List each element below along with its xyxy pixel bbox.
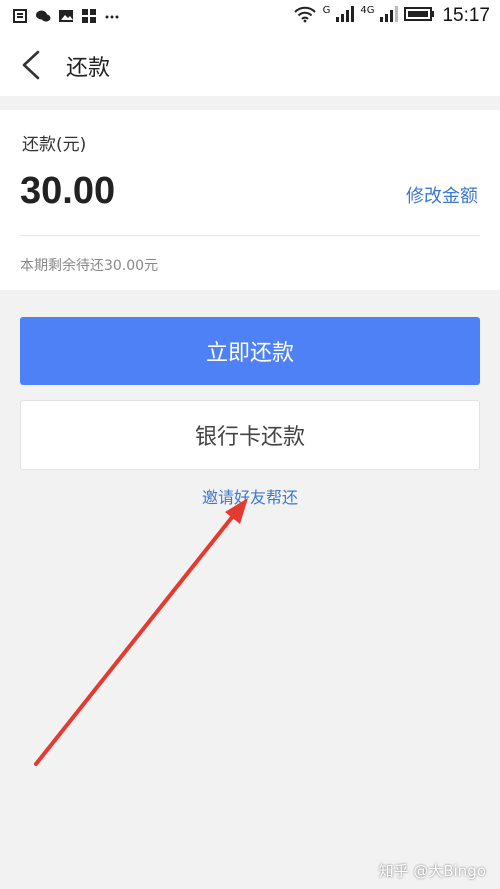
network-type-2: 4G — [360, 4, 375, 16]
app-icon — [81, 8, 97, 24]
remaining-amount-text: 本期剩余待还30.00元 — [20, 258, 159, 274]
invite-friend-link[interactable]: 邀请好友帮还 — [0, 484, 500, 508]
signal-icon — [336, 6, 355, 26]
more-dots-icon — [104, 8, 120, 24]
status-bar: G 4G 15:17 — [0, 0, 500, 34]
bank-card-repay-button[interactable]: 银行卡还款 — [20, 400, 480, 470]
image-icon — [58, 8, 74, 24]
wifi-icon — [293, 5, 317, 27]
watermark: 知乎 @大Bingo — [378, 862, 486, 880]
amount-value: 30.00 — [20, 170, 116, 212]
back-arrow-icon — [22, 50, 40, 80]
system-status: G 4G 15:17 — [293, 5, 490, 27]
network-type-1: G — [322, 4, 331, 16]
modify-amount-link[interactable]: 修改金额 — [406, 182, 478, 208]
status-time: 15:17 — [442, 5, 490, 26]
nav-bar: 还款 — [0, 34, 500, 96]
repay-now-button[interactable]: 立即还款 — [20, 317, 480, 385]
amount-label: 还款(元) — [22, 135, 87, 155]
sim-icon — [12, 8, 28, 24]
repayment-card: 还款(元) 30.00 修改金额 本期剩余待还30.00元 — [0, 110, 500, 290]
notification-icons — [12, 8, 120, 24]
signal-icon — [380, 6, 399, 26]
divider — [20, 235, 480, 236]
page-title: 还款 — [66, 56, 111, 81]
battery-icon — [404, 6, 436, 26]
wechat-icon — [35, 8, 51, 24]
back-button[interactable] — [18, 49, 44, 81]
